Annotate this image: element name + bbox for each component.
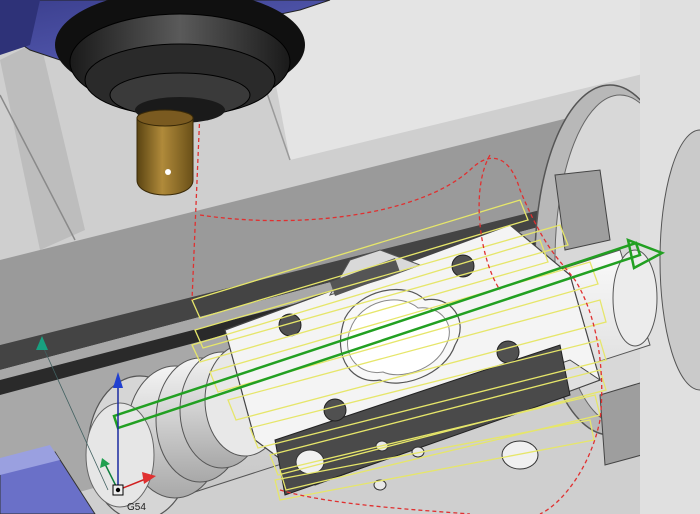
cutting-tool	[136, 109, 194, 196]
wcs-label: G54	[127, 502, 146, 513]
cam-3d-viewport[interactable]: G54	[0, 0, 700, 514]
machining-scene	[0, 0, 700, 514]
